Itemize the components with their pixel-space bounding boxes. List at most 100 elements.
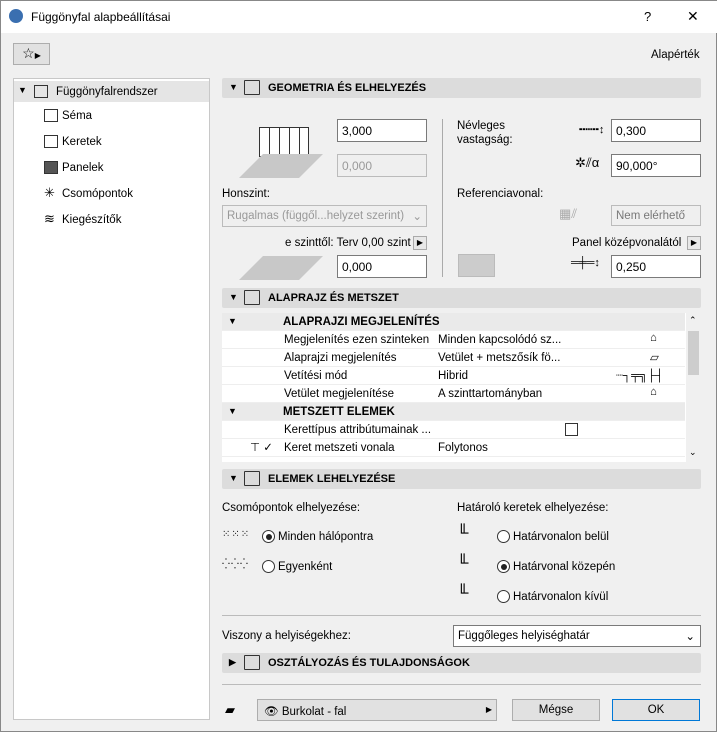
row-label: Vetület megjelenítése xyxy=(284,388,394,400)
radio-label: Határvonalon belül xyxy=(513,531,609,543)
group-label: METSZETT ELEMEK xyxy=(283,406,395,418)
radio-inside[interactable] xyxy=(497,530,510,543)
curtainwall-height-icon xyxy=(259,127,309,157)
placement-icon xyxy=(244,471,260,486)
panel-centerline-label: Panel középvonalától xyxy=(572,237,682,249)
thickness-icon: ╍┅╍↕ xyxy=(579,124,605,136)
sidebar-item-junctions[interactable]: ✳ Csomópontok xyxy=(32,185,202,205)
arrow-right-icon: ▶ xyxy=(485,705,492,714)
chevron-down-icon: ⌄ xyxy=(412,211,422,223)
angle-icon: ✲⫽α xyxy=(575,155,600,170)
thickness-input[interactable] xyxy=(611,119,701,142)
chevron-right-icon: ▶ xyxy=(229,657,236,667)
range-icon: ⌂ xyxy=(650,386,657,398)
sidebar-item-panels[interactable]: Panelek xyxy=(32,159,202,179)
junction-icon: ✳ xyxy=(44,185,55,200)
section-geometry-header[interactable]: ▼ GEOMETRIA ÉS ELHELYEZÉS xyxy=(222,78,701,98)
favorites-button[interactable]: ☆▶ xyxy=(13,43,50,65)
base-plane-icon xyxy=(239,256,323,280)
chevron-down-icon: ▼ xyxy=(229,292,238,302)
row-label: Megjelenítés ezen szinteken xyxy=(284,334,430,346)
sidebar-item-scheme[interactable]: Séma xyxy=(32,107,202,127)
row-label: Keret metszeti vonala xyxy=(284,442,395,454)
section-title: ALAPRAJZ ÉS METSZET xyxy=(268,292,399,304)
checkbox[interactable] xyxy=(565,423,578,436)
settings-table: ▼ ALAPRAJZI MEGJELENÍTÉS Megjelenítés eze… xyxy=(222,313,701,462)
scrollbar[interactable]: ⌃ ⌄ xyxy=(686,313,701,462)
panel-offset-icon: ═╪═↕ xyxy=(571,257,600,269)
chevron-down-icon: ▼ xyxy=(229,473,238,483)
base-offset-input[interactable] xyxy=(337,255,427,278)
eye-icon: 👁 xyxy=(264,706,279,718)
table-row[interactable]: Kerettípus attribútumainak ... xyxy=(222,421,685,439)
row-value: Minden kapcsolódó sz... xyxy=(438,334,562,346)
cancel-button[interactable]: Mégse xyxy=(512,699,600,721)
star-icon: ☆ xyxy=(22,45,35,61)
angle-input[interactable] xyxy=(611,154,701,177)
row-value: Hibrid xyxy=(438,370,469,382)
close-button[interactable]: ✕ xyxy=(687,8,699,25)
radio-label: Határvonal közepén xyxy=(513,561,616,573)
table-row[interactable]: Vetítési mód Hibrid ┈┐╤╗├┤ xyxy=(222,367,685,385)
row-label: Kerettípus attribútumainak ... xyxy=(284,424,432,436)
radio-outside[interactable] xyxy=(497,590,510,603)
radio-center[interactable] xyxy=(497,560,510,573)
row-label: Alaprajzi megjelenítés xyxy=(284,352,397,364)
window-title: Függönyfal alapbeállításai xyxy=(31,10,171,24)
arrow-right-icon: ▶ xyxy=(34,51,41,60)
scroll-down-icon[interactable]: ⌄ xyxy=(689,447,697,458)
radio-all-gridpoints[interactable] xyxy=(262,530,275,543)
divider xyxy=(442,119,443,277)
reference-line-value: Nem elérhető xyxy=(611,205,701,226)
relation-select[interactable]: Függőleges helyiséghatár ⌄ xyxy=(453,625,701,647)
table-row[interactable]: Megjelenítés ezen szinteken Minden kapcso… xyxy=(222,331,685,349)
nominal-label-2: vastagság: xyxy=(457,134,513,146)
section-classification-header[interactable]: ▶ OSZTÁLYOZÁS ÉS TULAJDONSÁGOK xyxy=(222,653,701,673)
all-gridpoints-icon: ⁙⁙⁙ xyxy=(222,529,251,540)
scroll-up-icon[interactable]: ⌃ xyxy=(689,315,697,326)
base-level-label: e szinttől: Terv 0,00 szint xyxy=(285,237,411,249)
row-label: Vetítési mód xyxy=(284,370,348,382)
flip-button[interactable] xyxy=(458,254,495,277)
scrollbar-thumb[interactable] xyxy=(688,331,699,375)
individual-icon: ⁛⁛⁛ xyxy=(222,559,249,570)
reference-line-icon: ▦⫽ xyxy=(559,206,578,221)
sidebar-tree: ▼ Függönyfalrendszer Séma Keretek Panele… xyxy=(13,78,210,720)
radio-label: Egyenként xyxy=(278,561,333,573)
row-value: A szinttartományban xyxy=(438,388,543,400)
center-icon: ╙ xyxy=(457,555,469,572)
panel-offset-input[interactable] xyxy=(611,255,701,278)
sidebar-item-label: Panelek xyxy=(62,162,104,174)
boundary-frame-label: Határoló keretek elhelyezése: xyxy=(457,502,609,514)
sidebar-item-label: Csomópontok xyxy=(62,188,133,200)
row-value: Folytonos xyxy=(438,442,488,454)
divider xyxy=(222,684,701,685)
hybrid-icon: ┈┐╤╗├┤ xyxy=(616,370,664,382)
sidebar-item-frames[interactable]: Keretek xyxy=(32,133,202,153)
table-row[interactable]: Vetület megjelenítése A szinttartományban… xyxy=(222,385,685,403)
select-value: Rugalmas (függől...helyzet szerint) xyxy=(227,210,405,222)
panel-centerline-arrow-button[interactable]: ▶ xyxy=(687,236,701,250)
top-link-select[interactable]: Rugalmas (függől...helyzet szerint) ⌄ xyxy=(222,205,427,227)
table-row[interactable]: ⊤ ✓ Keret metszeti vonala Folytonos xyxy=(222,439,685,457)
sidebar-item-accessories[interactable]: ≋ Kiegészítők xyxy=(32,211,202,231)
sidebar-item-label: Függönyfalrendszer xyxy=(56,86,158,98)
ok-button[interactable]: OK xyxy=(612,699,700,721)
layer-icon: ▰ xyxy=(225,702,235,717)
table-group-row[interactable]: ▼ ALAPRAJZI MEGJELENÍTÉS xyxy=(222,313,685,331)
table-group-row[interactable]: ▼ METSZETT ELEMEK xyxy=(222,403,685,421)
divider xyxy=(222,615,701,616)
sidebar-item-curtainwall-system[interactable]: ▼ Függönyfalrendszer xyxy=(14,81,209,102)
chevron-down-icon: ⌄ xyxy=(685,631,695,643)
table-row[interactable]: Alaprajzi megjelenítés Vetület + metszősí… xyxy=(222,349,685,367)
layer-select[interactable]: 👁 Burkolat - fal ▶ xyxy=(257,699,497,721)
radio-label: Határvonalon kívül xyxy=(513,591,609,603)
offset-input[interactable] xyxy=(337,154,427,177)
height-input[interactable] xyxy=(337,119,427,142)
base-level-arrow-button[interactable]: ▶ xyxy=(413,236,427,250)
section-floorplan-header[interactable]: ▼ ALAPRAJZ ÉS METSZET xyxy=(222,288,701,308)
scheme-icon xyxy=(44,109,58,122)
help-button[interactable]: ? xyxy=(644,9,651,24)
radio-individually[interactable] xyxy=(262,560,275,573)
section-placement-header[interactable]: ▼ ELEMEK LEHELYEZÉSE xyxy=(222,469,701,489)
